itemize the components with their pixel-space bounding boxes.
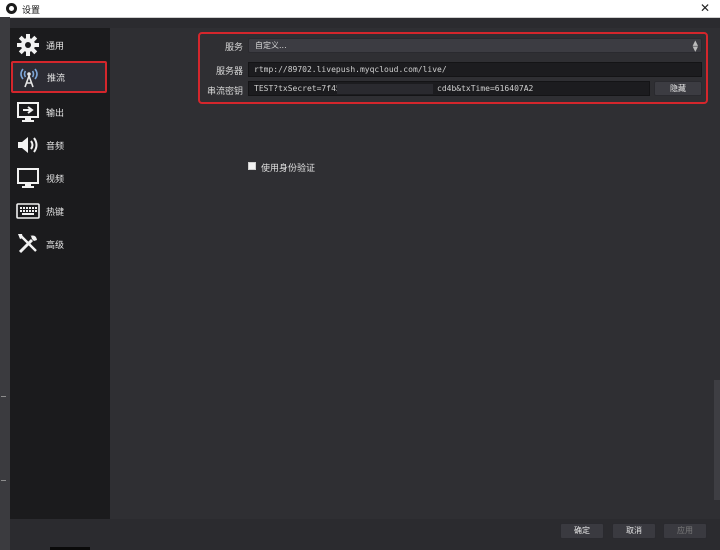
speaker-icon bbox=[15, 133, 41, 157]
sidebar-item-label: 输出 bbox=[46, 108, 65, 119]
use-auth-checkbox[interactable] bbox=[248, 162, 256, 170]
sidebar-item-general[interactable]: 通用 bbox=[12, 30, 108, 60]
stream-key-visible-end: cd4b&txTime=616407A2 bbox=[437, 84, 534, 93]
background-window-edge bbox=[0, 17, 10, 550]
edge-divider bbox=[1, 480, 6, 481]
monitor-icon bbox=[15, 166, 41, 190]
apply-button[interactable]: 应用 bbox=[663, 523, 707, 539]
stream-key-label: 串流密钥 bbox=[206, 87, 243, 97]
service-select[interactable]: 自定义... ▲ ▼ bbox=[248, 38, 702, 53]
use-auth-label: 使用身份验证 bbox=[261, 164, 316, 174]
gear-icon bbox=[15, 33, 41, 57]
sidebar-item-label: 通用 bbox=[46, 41, 65, 52]
hide-key-button[interactable]: 隐藏 bbox=[654, 81, 702, 96]
title-bar: 设置 ✕ bbox=[0, 0, 720, 18]
sidebar-item-label: 推流 bbox=[47, 73, 66, 84]
sidebar-item-stream[interactable]: 推流 bbox=[11, 61, 107, 93]
sidebar-item-label: 热键 bbox=[46, 207, 65, 218]
output-monitor-icon bbox=[15, 100, 41, 124]
updown-arrows-icon: ▲ ▼ bbox=[692, 39, 698, 53]
stream-key-visible-start: TEST?txSecret=7f45 bbox=[254, 84, 341, 93]
sidebar-item-label: 视频 bbox=[46, 174, 65, 185]
stream-key-input[interactable]: TEST?txSecret=7f45 cd4b&txTime=616407A2 bbox=[248, 81, 650, 96]
cancel-button[interactable]: 取消 bbox=[612, 523, 656, 539]
sidebar-item-output[interactable]: 输出 bbox=[12, 97, 108, 127]
background-window-edge-right bbox=[714, 380, 720, 500]
ok-button[interactable]: 确定 bbox=[560, 523, 604, 539]
obs-logo-icon bbox=[6, 3, 17, 14]
tools-icon bbox=[15, 232, 41, 256]
server-value: rtmp://89702.livepush.myqcloud.com/live/ bbox=[254, 65, 447, 74]
redaction-blur bbox=[337, 84, 433, 94]
settings-sidebar: 通用 推流 输出 音频 视频 热键 高级 bbox=[10, 28, 110, 519]
edge-divider bbox=[1, 396, 6, 397]
sidebar-item-advanced[interactable]: 高级 bbox=[12, 229, 108, 259]
sidebar-item-audio[interactable]: 音频 bbox=[12, 130, 108, 160]
close-button[interactable]: ✕ bbox=[698, 1, 712, 15]
service-label: 服务 bbox=[224, 43, 243, 53]
sidebar-item-label: 高级 bbox=[46, 240, 65, 251]
close-icon: ✕ bbox=[699, 1, 711, 15]
window-title: 设置 bbox=[22, 6, 41, 16]
service-value: 自定义... bbox=[255, 41, 287, 50]
server-label: 服务器 bbox=[215, 67, 243, 77]
sidebar-item-video[interactable]: 视频 bbox=[12, 163, 108, 193]
sidebar-item-label: 音频 bbox=[46, 141, 65, 152]
broadcast-antenna-icon bbox=[16, 65, 42, 89]
server-input[interactable]: rtmp://89702.livepush.myqcloud.com/live/ bbox=[248, 62, 702, 77]
keyboard-icon bbox=[15, 199, 41, 223]
sidebar-item-hotkeys[interactable]: 热键 bbox=[12, 196, 108, 226]
